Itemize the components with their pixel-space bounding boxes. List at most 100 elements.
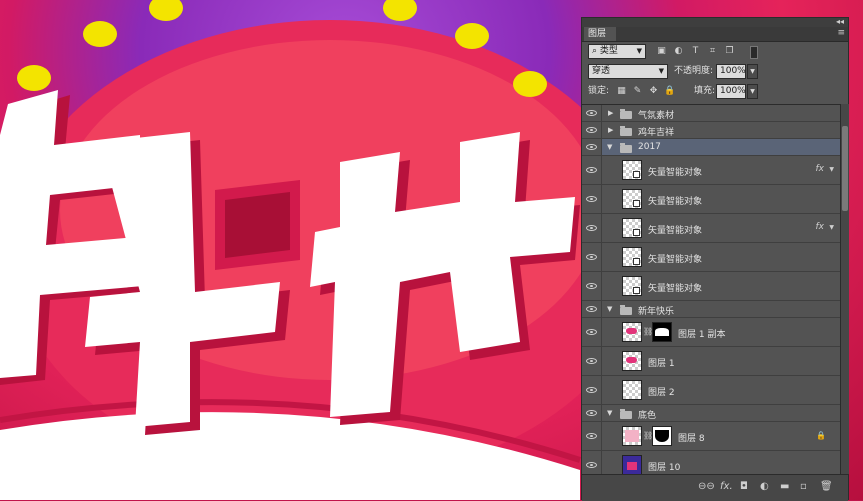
collapse-triangle-icon[interactable]: ▼ (607, 409, 612, 417)
filter-pixel-icon[interactable]: ▣ (656, 46, 667, 57)
add-mask-icon[interactable]: ◘ (740, 480, 748, 494)
fx-menu-button[interactable]: fx. (720, 480, 733, 494)
layer-thumbnail (622, 380, 642, 400)
eye-icon (586, 127, 597, 133)
filter-type-icon[interactable]: T (690, 46, 701, 57)
chevron-down-icon[interactable]: ▼ (829, 166, 834, 173)
eye-icon (586, 410, 597, 416)
visibility-toggle[interactable] (582, 243, 602, 271)
opacity-field[interactable]: 100% (716, 64, 746, 79)
trash-icon[interactable]: 🗑 (820, 480, 833, 494)
folder-icon (620, 109, 632, 119)
adjustment-layer-icon[interactable]: ◐ (760, 480, 769, 494)
visibility-toggle[interactable] (582, 122, 602, 138)
visibility-toggle[interactable] (582, 301, 602, 317)
eye-icon (586, 387, 597, 393)
visibility-toggle[interactable] (582, 422, 602, 450)
layer-row[interactable]: 矢量智能对象 (582, 243, 840, 272)
new-group-icon[interactable]: ▬ (780, 480, 789, 494)
lock-all-icon[interactable]: 🔒 (664, 86, 675, 97)
layer-row[interactable]: ⛓ 图层 1 副本 (582, 318, 840, 347)
eye-icon (586, 254, 597, 260)
collapse-triangle-icon[interactable]: ▼ (607, 143, 612, 151)
visibility-toggle[interactable] (582, 405, 602, 421)
layer-row[interactable]: ▼ 新年快乐 (582, 301, 840, 318)
eye-icon (586, 225, 597, 231)
layers-panel: ◂◂ 图层 ≡ ⌕ 类型 ▼ ▣ ◐ T ⌗ ❐ 穿透 ▼ 不透明度: 100%… (581, 17, 849, 501)
visibility-toggle[interactable] (582, 376, 602, 404)
lock-icon: 🔒 (816, 431, 826, 440)
layer-row-selected[interactable]: ▼ 2017 (582, 139, 840, 156)
folder-icon (620, 143, 632, 153)
layer-list-scrollbar[interactable] (840, 104, 849, 474)
layer-row[interactable]: 图层 10 (582, 451, 840, 475)
layer-row[interactable]: 图层 1 (582, 347, 840, 376)
filter-smart-object-icon[interactable]: ❐ (724, 46, 735, 57)
visibility-toggle[interactable] (582, 139, 602, 155)
collapse-icon[interactable]: ◂◂ (836, 17, 844, 26)
visibility-toggle[interactable] (582, 214, 602, 242)
lock-row: 锁定: ▦ ✎ ✥ 🔒 填充: 100% ▼ (586, 84, 846, 100)
fill-field[interactable]: 100% (716, 84, 746, 99)
opacity-dropdown[interactable]: ▼ (747, 64, 758, 79)
collapse-triangle-icon[interactable]: ▼ (607, 305, 612, 313)
chevron-down-icon[interactable]: ▼ (829, 224, 834, 231)
filter-row: ⌕ 类型 ▼ ▣ ◐ T ⌗ ❐ (586, 44, 846, 60)
layer-mask-thumbnail[interactable] (652, 426, 672, 446)
layer-thumbnail (622, 276, 642, 296)
eye-icon (586, 144, 597, 150)
layer-row[interactable]: ▶ 气氛素材 (582, 105, 840, 122)
layer-row[interactable]: 矢量智能对象 fx ▼ (582, 156, 840, 185)
layer-row[interactable]: 图层 2 (582, 376, 840, 405)
visibility-toggle[interactable] (582, 105, 602, 121)
layer-row[interactable]: 矢量智能对象 fx ▼ (582, 214, 840, 243)
new-layer-icon[interactable]: ▫ (800, 480, 807, 494)
layer-name: 矢量智能对象 (648, 226, 703, 236)
panel-tabbar: 图层 ≡ (582, 27, 848, 42)
layer-row[interactable]: ⛓ 图层 8 🔒 (582, 422, 840, 451)
layer-name: 图层 1 (648, 359, 675, 369)
layer-name: 底色 (638, 411, 657, 421)
visibility-toggle[interactable] (582, 185, 602, 213)
expand-triangle-icon[interactable]: ▶ (608, 109, 613, 117)
visibility-toggle[interactable] (582, 318, 602, 346)
lock-move-icon[interactable]: ✥ (648, 86, 659, 97)
lock-label: 锁定: (588, 86, 610, 96)
tab-layers[interactable]: 图层 (584, 27, 617, 41)
visibility-toggle[interactable] (582, 272, 602, 300)
filter-kind-select[interactable]: ⌕ 类型 ▼ (588, 44, 646, 59)
lock-transparency-icon[interactable]: ▦ (616, 86, 627, 97)
eye-icon (586, 283, 597, 289)
folder-icon (620, 126, 632, 136)
fx-icon[interactable]: fx (816, 222, 825, 232)
layer-mask-thumbnail[interactable] (652, 322, 672, 342)
layer-name: 矢量智能对象 (648, 255, 703, 265)
visibility-toggle[interactable] (582, 156, 602, 184)
layer-thumbnail (622, 160, 642, 180)
fill-dropdown[interactable]: ▼ (747, 84, 758, 99)
lock-brush-icon[interactable]: ✎ (632, 86, 643, 97)
layer-row[interactable]: 矢量智能对象 (582, 272, 840, 301)
layer-row[interactable]: ▶ 鸡年吉祥 (582, 122, 840, 139)
scrollbar-thumb[interactable] (842, 126, 848, 211)
eye-icon (586, 167, 597, 173)
blend-mode-select[interactable]: 穿透 ▼ (588, 64, 668, 79)
layer-row[interactable]: ▼ 底色 (582, 405, 840, 422)
filter-kind-value: 类型 (599, 46, 618, 56)
blend-row: 穿透 ▼ 不透明度: 100% ▼ (586, 64, 846, 80)
layer-row[interactable]: 矢量智能对象 (582, 185, 840, 214)
visibility-toggle[interactable] (582, 451, 602, 475)
fx-icon[interactable]: fx (816, 164, 825, 174)
layer-name: 图层 10 (648, 463, 681, 473)
eye-icon (586, 196, 597, 202)
panel-menu-icon[interactable]: ≡ (837, 28, 845, 38)
filter-toggle-icon[interactable] (750, 46, 758, 59)
link-layers-icon[interactable]: ⊖⊖ (698, 480, 715, 494)
layer-name: 图层 8 (678, 434, 705, 444)
expand-triangle-icon[interactable]: ▶ (608, 126, 613, 134)
layer-name: 矢量智能对象 (648, 168, 703, 178)
filter-adjustment-icon[interactable]: ◐ (673, 46, 684, 57)
smart-object-icon (633, 200, 640, 207)
visibility-toggle[interactable] (582, 347, 602, 375)
filter-shape-icon[interactable]: ⌗ (707, 46, 718, 57)
